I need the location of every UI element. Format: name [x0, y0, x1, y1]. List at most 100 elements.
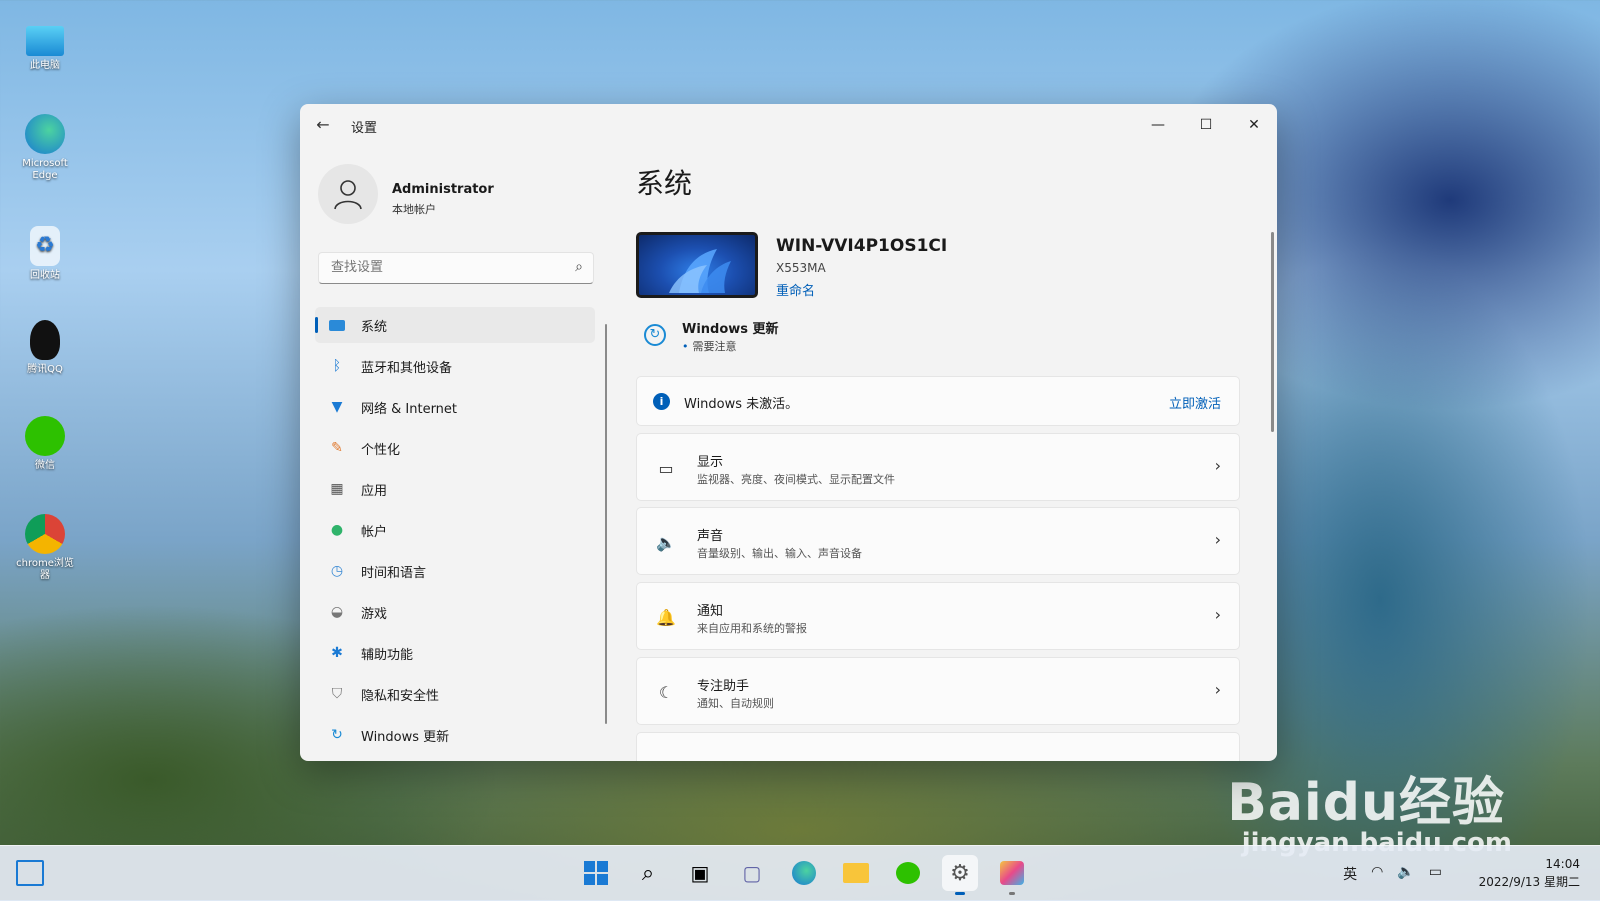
search-input[interactable]	[329, 259, 563, 276]
search-box[interactable]: ⌕	[318, 252, 594, 284]
row-subtitle: 监视器、亮度、夜间模式、显示配置文件	[697, 473, 895, 486]
close-button[interactable]: ✕	[1231, 110, 1277, 140]
sidebar-item-label: 帐户	[361, 524, 388, 540]
account-type: 本地帐户	[392, 203, 436, 216]
sidebar-item-system[interactable]: 系统	[315, 307, 595, 343]
volume-icon[interactable]: 🔈	[1397, 864, 1414, 884]
taskbar-paint-button[interactable]	[994, 855, 1030, 895]
minimize-button[interactable]: —	[1135, 110, 1181, 140]
sidebar-item-time-language[interactable]: ◷ 时间和语言	[315, 553, 595, 589]
settings-row-notifications[interactable]: 🔔 通知 来自应用和系统的警报 ›	[636, 582, 1240, 650]
chat-button[interactable]: ▢	[734, 855, 770, 891]
speaker-icon: 🔈	[656, 533, 676, 552]
wechat-icon	[896, 862, 920, 884]
sidebar-item-accounts[interactable]: ● 帐户	[315, 512, 595, 548]
search-icon: ⌕	[641, 860, 655, 886]
sidebar-item-privacy[interactable]: ⛉ 隐私和安全性	[315, 676, 595, 712]
window-title: 设置	[351, 121, 378, 136]
sidebar-item-label: 隐私和安全性	[361, 688, 440, 704]
wifi-icon[interactable]: ◠	[1371, 864, 1383, 884]
info-icon: i	[653, 393, 670, 410]
desktop-icon-label: 微信	[35, 460, 55, 471]
settings-row-sound[interactable]: 🔈 声音 音量级别、输出、输入、声音设备 ›	[636, 507, 1240, 575]
desktop-icon-edge[interactable]: Microsoft Edge	[14, 114, 76, 182]
sidebar-item-label: 辅助功能	[361, 647, 414, 663]
sidebar-scrollbar[interactable]	[605, 324, 607, 724]
chrome-icon	[25, 514, 65, 554]
taskbar-search-button[interactable]: ⌕	[630, 855, 666, 891]
clock-time: 14:04	[1545, 857, 1580, 871]
settings-row-display[interactable]: ▭ 显示 监视器、亮度、夜间模式、显示配置文件 ›	[636, 433, 1240, 501]
taskbar-edge-button[interactable]	[786, 855, 822, 891]
taskbar-clock[interactable]: 14:04 2022/9/13 星期二	[1479, 855, 1580, 891]
taskbar-apps: ⌕ ▣ ▢ ⚙	[578, 855, 1046, 895]
start-button[interactable]	[578, 855, 614, 891]
moon-icon: ☾	[658, 683, 674, 702]
desktop-icon-qq[interactable]: 腾讯QQ	[14, 320, 76, 376]
widgets-button[interactable]	[16, 860, 44, 886]
settings-icon: ⚙	[950, 860, 970, 886]
maximize-button[interactable]: ☐	[1183, 110, 1229, 140]
rename-link[interactable]: 重命名	[776, 280, 815, 299]
user-icon	[334, 180, 362, 210]
sidebar-item-label: Windows 更新	[361, 729, 450, 745]
chevron-right-icon: ›	[1214, 456, 1221, 475]
device-thumbnail	[636, 232, 758, 298]
taskbar-settings-button[interactable]: ⚙	[942, 855, 978, 895]
sidebar-item-network[interactable]: ▼ 网络 & Internet	[315, 389, 595, 425]
main-scrollbar[interactable]	[1271, 232, 1274, 432]
chevron-right-icon: ›	[1214, 680, 1221, 699]
row-title: 通知	[697, 604, 724, 619]
battery-icon[interactable]: ▭	[1429, 864, 1442, 884]
sidebar-item-label: 个性化	[361, 442, 401, 458]
system-tray: 英 ◠ 🔈 ▭	[1329, 864, 1442, 884]
desktop-icon-label: chrome浏览器	[16, 558, 74, 581]
windows-update-icon[interactable]: ↻	[644, 324, 666, 346]
desktop-icon-label: Microsoft Edge	[22, 158, 68, 181]
activate-now-link[interactable]: 立即激活	[1169, 393, 1221, 412]
wechat-icon	[25, 416, 65, 456]
monitor-icon	[26, 26, 64, 56]
row-title: 专注助手	[697, 679, 750, 694]
chevron-right-icon: ›	[1214, 605, 1221, 624]
file-explorer-icon	[843, 863, 869, 883]
desktop-icon-this-pc[interactable]: 此电脑	[14, 26, 76, 72]
desktop-icon-label: 腾讯QQ	[27, 364, 63, 375]
windows-update-title[interactable]: Windows 更新	[682, 318, 779, 337]
teams-chat-icon: ▢	[742, 861, 762, 885]
system-icon	[327, 315, 347, 335]
sidebar-item-personalization[interactable]: ✎ 个性化	[315, 430, 595, 466]
title-bar: ← 设置 — ☐ ✕	[300, 104, 1277, 144]
sidebar-item-label: 游戏	[361, 606, 388, 622]
wifi-icon: ▼	[331, 399, 343, 415]
sidebar-item-label: 时间和语言	[361, 565, 427, 581]
user-name: Administrator	[392, 182, 494, 197]
taskbar-wechat-button[interactable]	[890, 855, 926, 891]
sidebar-item-accessibility[interactable]: ✱ 辅助功能	[315, 635, 595, 671]
sidebar-item-gaming[interactable]: ◒ 游戏	[315, 594, 595, 630]
arrow-left-icon: ←	[316, 115, 330, 134]
bluetooth-icon: ᛒ	[332, 358, 342, 374]
settings-row-focus-assist[interactable]: ☾ 专注助手 通知、自动规则 ›	[636, 657, 1240, 725]
windows-bloom-icon	[669, 249, 731, 293]
search-icon[interactable]: ⌕	[575, 259, 583, 275]
activation-banner: i Windows 未激活。 立即激活	[636, 376, 1240, 426]
avatar	[318, 164, 378, 224]
back-button[interactable]: ←	[312, 114, 334, 136]
status-dot-icon: •	[682, 340, 689, 353]
task-view-button[interactable]: ▣	[682, 855, 718, 891]
settings-row-partial[interactable]	[636, 732, 1240, 761]
input-method-indicator[interactable]: 英	[1343, 864, 1357, 884]
file-explorer-button[interactable]	[838, 855, 874, 891]
sidebar-item-windows-update[interactable]: ↻ Windows 更新	[315, 717, 595, 753]
sidebar-item-apps[interactable]: ▦ 应用	[315, 471, 595, 507]
shield-icon: ⛉	[331, 686, 343, 702]
sidebar-item-label: 网络 & Internet	[361, 401, 458, 417]
account-icon: ●	[330, 522, 344, 538]
sidebar-item-bluetooth[interactable]: ᛒ 蓝牙和其他设备	[315, 348, 595, 384]
qq-icon	[30, 320, 60, 360]
desktop-icon-chrome[interactable]: chrome浏览器	[14, 514, 76, 582]
clock-date: 2022/9/13 星期二	[1478, 875, 1580, 889]
desktop-icon-recycle-bin[interactable]: ♻ 回收站	[14, 226, 76, 282]
desktop-icon-wechat[interactable]: 微信	[14, 416, 76, 472]
